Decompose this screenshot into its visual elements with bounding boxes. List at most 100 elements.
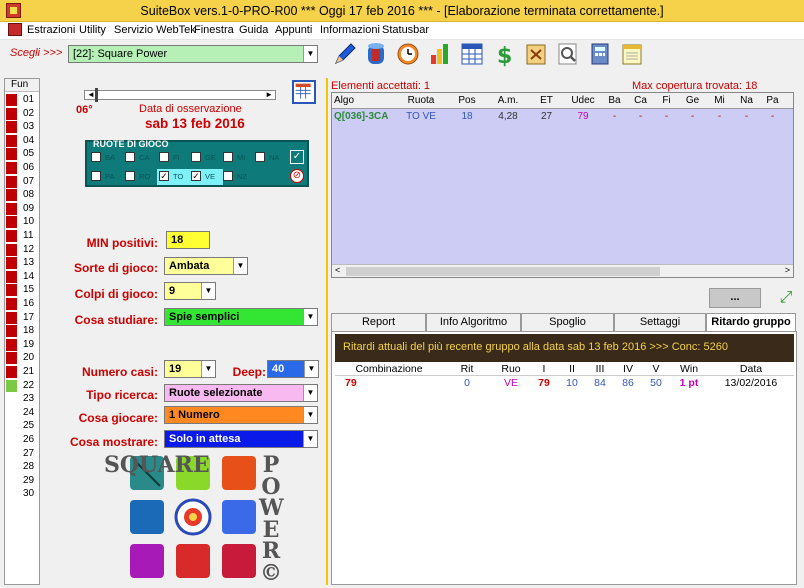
clock-icon[interactable] — [395, 41, 421, 67]
checkbox[interactable] — [91, 171, 101, 181]
fun-item[interactable]: 04 — [5, 134, 39, 148]
checkbox[interactable] — [91, 152, 101, 162]
fun-item[interactable]: 09 — [5, 202, 39, 216]
min-positivi-input[interactable]: 18 — [166, 231, 210, 249]
grid-cell[interactable]: - — [654, 111, 679, 122]
grid-cell[interactable]: - — [628, 111, 653, 122]
grid-cell[interactable]: 79 — [565, 111, 601, 122]
tab-report[interactable]: Report — [331, 313, 426, 331]
grid-cell[interactable]: 18 — [447, 111, 487, 122]
scegli-combo[interactable]: [22]: Square Power ▼ — [68, 45, 318, 63]
panel-splitter[interactable] — [326, 78, 328, 585]
fun-item[interactable]: 22 — [5, 379, 39, 393]
ritardi-column-header[interactable]: Rit — [447, 363, 487, 375]
menu-finestra[interactable]: Finestra — [194, 24, 234, 36]
menu-estrazioni[interactable]: Estrazioni — [27, 24, 75, 36]
grid-column-header[interactable]: Ge — [679, 95, 706, 106]
grid-column-header[interactable]: Ca — [628, 95, 653, 106]
scroll-left-icon[interactable]: < — [335, 265, 340, 275]
slider-thumb[interactable] — [95, 88, 98, 102]
ritardi-cell[interactable]: 10 — [559, 377, 585, 389]
results-grid[interactable]: Algo Ruota Pos A.m. ET Udec Ba Ca Fi Ge Mi Na Pa Q[0… — [331, 92, 794, 278]
casi-select[interactable]: 19 ▼ — [164, 360, 216, 378]
tab-ritardo-gruppo[interactable]: Ritardo gruppo — [706, 313, 796, 332]
ruota-nz[interactable]: NZ — [221, 169, 255, 185]
grid-cell[interactable]: - — [679, 111, 706, 122]
grid-column-header[interactable]: Pos — [447, 95, 487, 106]
fun-item[interactable]: 08 — [5, 188, 39, 202]
ritardi-cell[interactable]: 1 pt — [671, 377, 707, 389]
chevron-down-icon[interactable]: ▼ — [303, 385, 317, 401]
slider-right-arrow-icon[interactable]: ► — [265, 90, 273, 99]
date-slider[interactable]: ◄ ► — [84, 88, 276, 102]
tab-info-algoritmo[interactable]: Info Algoritmo — [426, 313, 521, 331]
ritardi-cell[interactable]: 84 — [587, 377, 613, 389]
ruota-ca[interactable]: CA — [123, 150, 157, 166]
fun-item[interactable]: 20 — [5, 351, 39, 365]
fun-item[interactable]: 17 — [5, 311, 39, 325]
grid-cell[interactable]: - — [602, 111, 627, 122]
checkbox[interactable] — [125, 152, 135, 162]
fun-item[interactable]: 14 — [5, 270, 39, 284]
checkbox[interactable] — [223, 152, 233, 162]
pencil-icon[interactable] — [332, 41, 358, 67]
more-button[interactable]: ... — [709, 288, 761, 308]
menu-appunti[interactable]: Appunti — [275, 24, 312, 36]
ruota-pa[interactable]: PA — [89, 169, 123, 185]
chevron-down-icon[interactable]: ▼ — [303, 46, 317, 62]
grid-column-header[interactable]: Ruota — [396, 95, 446, 106]
grid-column-header[interactable]: A.m. — [488, 95, 528, 106]
ritardi-column-header[interactable]: III — [587, 363, 613, 375]
app-icon[interactable] — [6, 3, 21, 18]
checkbox-checked[interactable]: ✓ — [191, 171, 201, 181]
fun-item[interactable]: 01 — [5, 93, 39, 107]
database-icon[interactable] — [363, 41, 389, 67]
ritardi-cell[interactable]: 86 — [615, 377, 641, 389]
fun-item[interactable]: 27 — [5, 447, 39, 461]
fun-item[interactable]: 30 — [5, 487, 39, 501]
grid-column-header[interactable]: Algo — [334, 95, 394, 106]
grid-cell[interactable]: - — [706, 111, 733, 122]
check-all-icon[interactable]: ✓ — [290, 150, 304, 164]
fun-item[interactable]: 23 — [5, 392, 39, 406]
ruota-fi[interactable]: FI — [157, 150, 191, 166]
ruota-ro[interactable]: RO — [123, 169, 157, 185]
checkbox[interactable] — [223, 171, 233, 181]
calendar-icon[interactable] — [292, 80, 316, 104]
fun-item[interactable]: 28 — [5, 460, 39, 474]
chevron-down-icon[interactable]: ▼ — [233, 258, 247, 274]
fun-item[interactable]: 11 — [5, 229, 39, 243]
tab-spoglio[interactable]: Spoglio — [521, 313, 614, 331]
calculator-icon[interactable] — [587, 41, 613, 67]
dollar-icon[interactable]: $ — [491, 41, 517, 67]
fun-item[interactable]: 26 — [5, 433, 39, 447]
ritardi-column-header[interactable]: V — [643, 363, 669, 375]
fun-item[interactable]: 21 — [5, 365, 39, 379]
fun-item[interactable]: 02 — [5, 107, 39, 121]
ruota-na[interactable]: NA — [253, 150, 287, 166]
grid-cell[interactable]: TO VE — [396, 111, 446, 122]
magnifier-icon[interactable] — [555, 41, 581, 67]
ritardi-column-header[interactable]: Ruo — [493, 363, 529, 375]
checkbox[interactable] — [191, 152, 201, 162]
mostrare-select[interactable]: Solo in attesa ▼ — [164, 430, 318, 448]
scroll-icon[interactable] — [523, 41, 549, 67]
fun-item[interactable]: 13 — [5, 256, 39, 270]
fun-item[interactable]: 16 — [5, 297, 39, 311]
fun-item[interactable]: 29 — [5, 474, 39, 488]
ritardi-column-header[interactable]: II — [559, 363, 585, 375]
chevron-down-icon[interactable]: ▼ — [201, 361, 215, 377]
grid-cell[interactable]: 27 — [529, 111, 564, 122]
ritardi-cell[interactable]: VE — [493, 377, 529, 389]
ritardi-cell[interactable]: 13/02/2016 — [711, 377, 791, 389]
fun-item[interactable]: 24 — [5, 406, 39, 420]
sorte-select[interactable]: Ambata ▼ — [164, 257, 248, 275]
grid-cell[interactable]: - — [760, 111, 785, 122]
menu-guida[interactable]: Guida — [239, 24, 268, 36]
grid-cell[interactable]: - — [733, 111, 760, 122]
expand-icon[interactable]: ⤢ — [776, 288, 796, 308]
grid-column-header[interactable]: Udec — [565, 95, 601, 106]
menu-servizio-webtek[interactable]: Servizio WebTek — [114, 24, 196, 36]
chevron-down-icon[interactable]: ▼ — [304, 361, 318, 377]
calculator-grid-icon[interactable] — [459, 41, 485, 67]
